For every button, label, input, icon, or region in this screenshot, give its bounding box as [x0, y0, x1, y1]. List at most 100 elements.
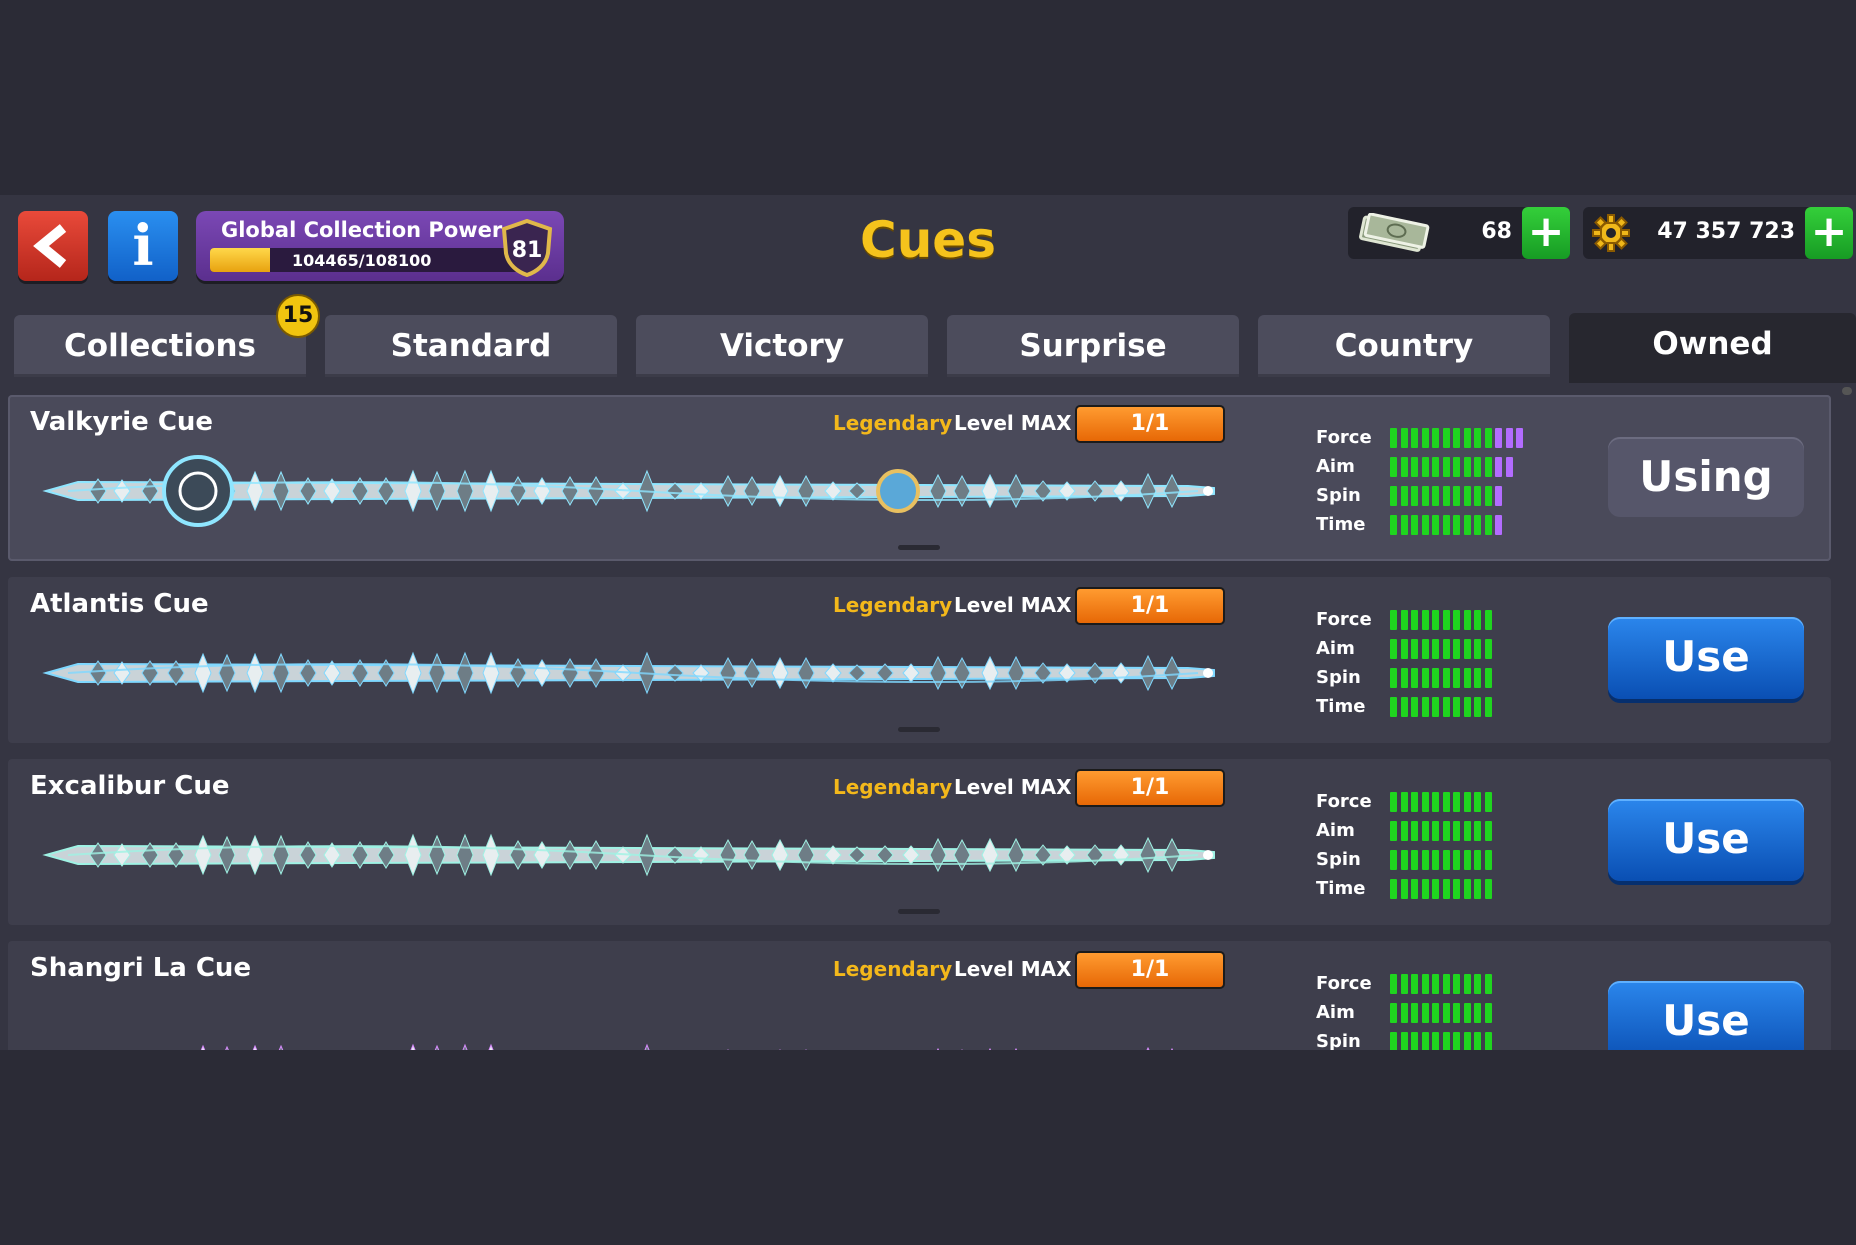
stat-segment [1432, 457, 1439, 477]
stat-segment [1432, 821, 1439, 841]
stat-segment [1400, 639, 1408, 659]
stat-segment [1390, 457, 1397, 477]
stat-segment [1484, 639, 1492, 659]
stat-segment [1390, 697, 1397, 717]
stat-segment [1390, 639, 1397, 659]
stat-segment [1390, 974, 1397, 994]
tab-label: Surprise [1019, 328, 1167, 364]
stat-segment [1421, 697, 1429, 717]
stat-segment [1463, 515, 1471, 535]
stat-label-aim: Aim [1316, 820, 1355, 841]
cues-screen: i Global Collection Power 104465/108100 … [0, 195, 1856, 1050]
stat-label-force: Force [1316, 427, 1372, 448]
cue-list-item[interactable]: Shangri La Cue Legendary Level MAX 1/1 F… [8, 941, 1831, 1050]
plus-icon: + [1527, 206, 1565, 257]
stat-segment [1442, 668, 1450, 688]
stat-segment [1411, 457, 1418, 477]
tab-collections[interactable]: Collections [14, 315, 306, 377]
stat-segment [1474, 457, 1481, 477]
stat-segment [1463, 428, 1471, 448]
stat-label-spin: Spin [1316, 849, 1361, 870]
cash-value: 68 [1481, 219, 1512, 244]
stat-segment [1484, 974, 1492, 994]
cue-name: Excalibur Cue [30, 771, 230, 801]
stat-segment [1421, 821, 1429, 841]
stat-segment [1463, 1003, 1471, 1023]
tab-label: Standard [390, 328, 552, 364]
stat-label-force: Force [1316, 791, 1372, 812]
using-button[interactable]: Using [1608, 437, 1804, 517]
stat-segment [1463, 610, 1471, 630]
row-drag-handle [898, 727, 940, 732]
stat-segment [1453, 515, 1460, 535]
stat-segment [1453, 639, 1460, 659]
stat-segment [1484, 668, 1492, 688]
stat-segment [1474, 879, 1481, 899]
stat-segment [1474, 668, 1481, 688]
stat-segment [1411, 792, 1418, 812]
stat-segment [1453, 610, 1460, 630]
stat-segment [1474, 821, 1481, 841]
stat-segment [1432, 850, 1439, 870]
stat-segment [1400, 457, 1408, 477]
stat-segment [1474, 515, 1481, 535]
stat-segment [1400, 850, 1408, 870]
stat-segment [1442, 610, 1450, 630]
cue-name: Valkyrie Cue [30, 407, 214, 437]
stat-segment [1495, 486, 1502, 506]
plus-icon: + [1810, 206, 1848, 257]
stat-segment [1442, 792, 1450, 812]
cue-rarity: Legendary [833, 775, 953, 799]
cue-list-item[interactable]: Atlantis Cue Legendary Level MAX 1/1 For… [8, 577, 1831, 743]
stat-segment [1432, 1003, 1439, 1023]
stat-segment [1474, 610, 1481, 630]
stat-segment [1484, 850, 1492, 870]
tab-victory[interactable]: Victory [636, 315, 928, 377]
tab-surprise[interactable]: Surprise [947, 315, 1239, 377]
stat-segment [1442, 879, 1450, 899]
stat-segment [1390, 668, 1397, 688]
stat-segment [1474, 850, 1481, 870]
row-drag-handle [898, 545, 940, 550]
stat-segment [1484, 792, 1492, 812]
stat-segment [1411, 515, 1418, 535]
tab-standard[interactable]: Standard [325, 315, 617, 377]
cue-rarity: Legendary [833, 411, 953, 435]
stat-segment [1400, 974, 1408, 994]
list-scrollbar[interactable] [1842, 387, 1852, 395]
add-coins-button[interactable]: + [1805, 207, 1853, 259]
cue-level: Level MAX [954, 411, 1072, 435]
cue-owned-count: 1/1 [1075, 405, 1225, 443]
stat-segment [1484, 821, 1492, 841]
stat-segment [1411, 486, 1418, 506]
stat-segment [1442, 1003, 1450, 1023]
tab-label: Country [1334, 328, 1474, 364]
stat-segment [1390, 428, 1397, 448]
tab-country[interactable]: Country [1258, 315, 1550, 377]
stat-segment [1411, 974, 1418, 994]
stat-segment [1505, 457, 1513, 477]
stat-segment [1421, 879, 1429, 899]
tab-owned[interactable]: Owned [1569, 313, 1856, 383]
stat-segment [1442, 457, 1450, 477]
stat-segment [1442, 428, 1450, 448]
stat-segment [1421, 428, 1429, 448]
use-button[interactable]: Use [1608, 981, 1804, 1050]
cash-bill-icon [1359, 213, 1430, 252]
add-cash-button[interactable]: + [1522, 207, 1570, 259]
cue-list-item[interactable]: Excalibur Cue Legendary Level MAX 1/1 Fo… [8, 759, 1831, 925]
collections-badge: 15 [276, 294, 320, 338]
stat-segment [1484, 697, 1492, 717]
stat-segment [1463, 879, 1471, 899]
stat-label-time: Time [1316, 514, 1366, 535]
stat-segment [1400, 668, 1408, 688]
use-button[interactable]: Use [1608, 617, 1804, 699]
use-button[interactable]: Use [1608, 799, 1804, 881]
stat-segment [1421, 974, 1429, 994]
cue-image [42, 651, 1215, 695]
tab-label: Victory [719, 328, 845, 364]
cue-list-item[interactable]: Valkyrie Cue Legendary Level MAX 1/1 For… [8, 395, 1831, 561]
stat-segment [1421, 610, 1429, 630]
stat-segment [1453, 850, 1460, 870]
stat-label-time: Time [1316, 878, 1366, 899]
